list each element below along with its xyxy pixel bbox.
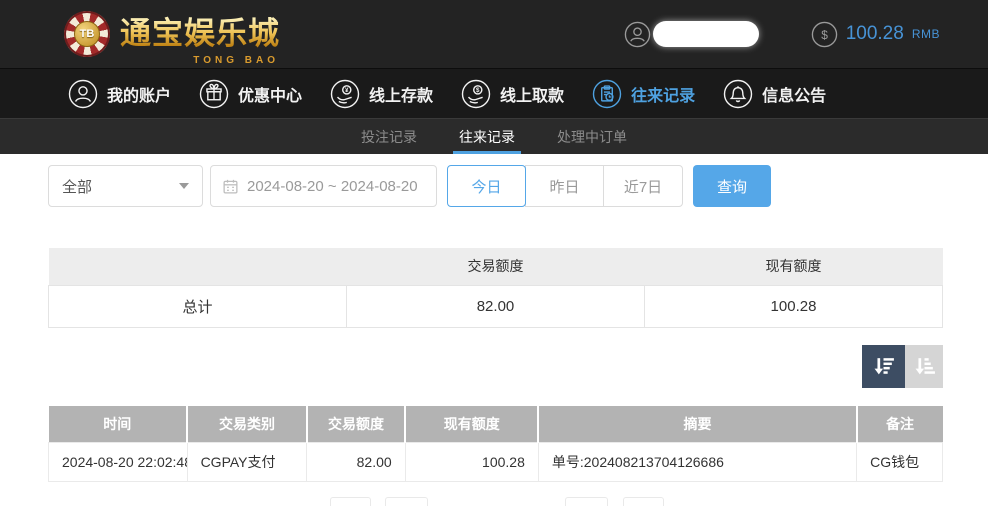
caret-down-icon bbox=[179, 183, 189, 189]
col-header-time: 时间 bbox=[48, 405, 189, 443]
cell-balance: 100.28 bbox=[404, 442, 539, 482]
records-header-row: 时间 交易类别 交易额度 现有额度 摘要 备注 bbox=[48, 405, 943, 443]
nav-item-transaction-records[interactable]: 往来记录 bbox=[592, 79, 695, 109]
calendar-icon bbox=[223, 179, 238, 194]
summary-trade-amount: 82.00 bbox=[346, 284, 645, 328]
nav-label: 往来记录 bbox=[631, 87, 696, 105]
sub-nav: 投注记录 往来记录 处理中订单 bbox=[0, 118, 988, 154]
balance[interactable]: $ 100.28 RMB bbox=[811, 21, 940, 48]
brand-title: 通宝娱乐城 TONG BAO bbox=[120, 8, 280, 66]
range-yesterday-button[interactable]: 昨日 bbox=[525, 165, 604, 207]
chip-monogram: TB bbox=[74, 21, 100, 47]
sort-descending-button[interactable] bbox=[862, 344, 905, 388]
type-select-value: 全部 bbox=[62, 178, 93, 196]
nav-item-announcements[interactable]: 信息公告 bbox=[723, 79, 826, 109]
page: TB 通宝娱乐城 TONG BAO $ 100.28 RMB 我的账户 优惠中心… bbox=[0, 0, 988, 506]
user-circle-icon bbox=[68, 79, 98, 108]
deposit-hand-coin-icon: ¥ bbox=[330, 79, 360, 108]
main-nav: 我的账户 优惠中心 ¥ 线上存款 $ 线上取款 往来记录 信息公告 bbox=[0, 68, 988, 118]
content: 全部 2024-08-20 ~ 2024-08-20 今日 昨日 近7日 查询 … bbox=[0, 154, 988, 482]
withdraw-hand-dollar-icon: $ bbox=[461, 79, 491, 108]
summary-header-row: 交易额度 现有额度 bbox=[48, 248, 943, 285]
date-range-input[interactable]: 2024-08-20 ~ 2024-08-20 bbox=[210, 165, 437, 207]
col-header-note: 备注 bbox=[856, 405, 943, 443]
col-header-balance: 现有额度 bbox=[405, 405, 540, 443]
nav-item-my-account[interactable]: 我的账户 bbox=[68, 79, 171, 109]
cell-time: 2024-08-20 22:02:48 bbox=[48, 442, 188, 482]
dollar-icon: $ bbox=[811, 21, 837, 47]
pager-first-button[interactable] bbox=[330, 497, 371, 506]
sort-amount-desc-icon bbox=[874, 357, 894, 374]
nav-item-promotions[interactable]: 优惠中心 bbox=[199, 79, 302, 109]
filter-row: 全部 2024-08-20 ~ 2024-08-20 今日 昨日 近7日 查询 bbox=[48, 165, 943, 207]
cell-note: CG钱包 bbox=[856, 442, 943, 482]
nav-label: 线上存款 bbox=[369, 87, 434, 105]
type-select[interactable]: 全部 bbox=[48, 165, 203, 207]
summary-header-current-balance: 现有额度 bbox=[644, 248, 943, 285]
query-button[interactable]: 查询 bbox=[693, 165, 771, 207]
date-range-value: 2024-08-20 ~ 2024-08-20 bbox=[247, 177, 418, 195]
range-last7days-button[interactable]: 近7日 bbox=[603, 165, 683, 207]
col-header-amount: 交易额度 bbox=[306, 405, 407, 443]
svg-text:¥: ¥ bbox=[345, 87, 349, 94]
cell-amount: 82.00 bbox=[306, 442, 406, 482]
topbar-right: $ 100.28 RMB bbox=[624, 21, 940, 48]
pager-prev-button[interactable] bbox=[385, 497, 428, 506]
nav-item-withdraw[interactable]: $ 线上取款 bbox=[461, 79, 564, 109]
subtab-label: 处理中订单 bbox=[557, 128, 627, 145]
cell-type: CGPAY支付 bbox=[186, 442, 308, 482]
summary-header-trade-amount: 交易额度 bbox=[346, 248, 645, 285]
table-row: 2024-08-20 22:02:48 CGPAY支付 82.00 100.28… bbox=[48, 442, 943, 482]
col-header-summary: 摘要 bbox=[538, 405, 858, 443]
gift-icon bbox=[199, 79, 229, 108]
summary-total-row: 总计 82.00 100.28 bbox=[48, 284, 943, 328]
nav-label: 优惠中心 bbox=[238, 87, 303, 105]
svg-text:$: $ bbox=[821, 27, 828, 41]
pager-next-button[interactable] bbox=[565, 497, 608, 506]
nav-label: 线上取款 bbox=[500, 87, 565, 105]
nav-item-deposit[interactable]: ¥ 线上存款 bbox=[330, 79, 433, 109]
cell-summary: 单号:202408213704126686 bbox=[537, 442, 858, 482]
records-table: 时间 交易类别 交易额度 现有额度 摘要 备注 2024-08-20 22:02… bbox=[48, 405, 943, 482]
summary-table: 交易额度 现有额度 总计 82.00 100.28 bbox=[48, 248, 943, 328]
svg-text:$: $ bbox=[476, 87, 480, 94]
sort-amount-asc-icon bbox=[915, 357, 935, 374]
casino-chip-icon: TB bbox=[64, 11, 110, 57]
tab-transaction-records[interactable]: 往来记录 bbox=[453, 119, 521, 154]
user-icon bbox=[624, 21, 650, 47]
sort-ascending-button[interactable] bbox=[905, 344, 943, 388]
quick-range-group: 今日 昨日 近7日 bbox=[447, 165, 683, 207]
tab-pending-orders[interactable]: 处理中订单 bbox=[551, 119, 633, 154]
brand-logo[interactable]: TB 通宝娱乐城 TONG BAO bbox=[64, 8, 280, 66]
top-header: TB 通宝娱乐城 TONG BAO $ 100.28 RMB bbox=[0, 0, 988, 68]
subtab-label: 投注记录 bbox=[361, 128, 417, 145]
user-account[interactable] bbox=[624, 21, 759, 48]
sort-controls bbox=[48, 344, 943, 388]
subtab-label: 往来记录 bbox=[459, 128, 515, 145]
brand-title-en: TONG BAO bbox=[193, 54, 279, 66]
brand-title-cn: 通宝娱乐城 bbox=[120, 15, 280, 51]
username-redacted bbox=[652, 21, 759, 47]
tab-betting-records[interactable]: 投注记录 bbox=[355, 119, 423, 154]
summary-current-balance: 100.28 bbox=[644, 284, 943, 328]
balance-currency: RMB bbox=[911, 27, 940, 41]
range-today-button[interactable]: 今日 bbox=[447, 165, 526, 207]
nav-label: 我的账户 bbox=[107, 87, 172, 105]
balance-amount: 100.28 bbox=[845, 23, 904, 44]
pager-last-button[interactable] bbox=[623, 497, 664, 506]
summary-total-label: 总计 bbox=[48, 284, 347, 328]
summary-header-empty bbox=[48, 248, 347, 285]
transaction-records-icon bbox=[592, 79, 622, 108]
bell-icon bbox=[723, 79, 753, 108]
col-header-type: 交易类别 bbox=[187, 405, 308, 443]
nav-label: 信息公告 bbox=[762, 87, 827, 105]
